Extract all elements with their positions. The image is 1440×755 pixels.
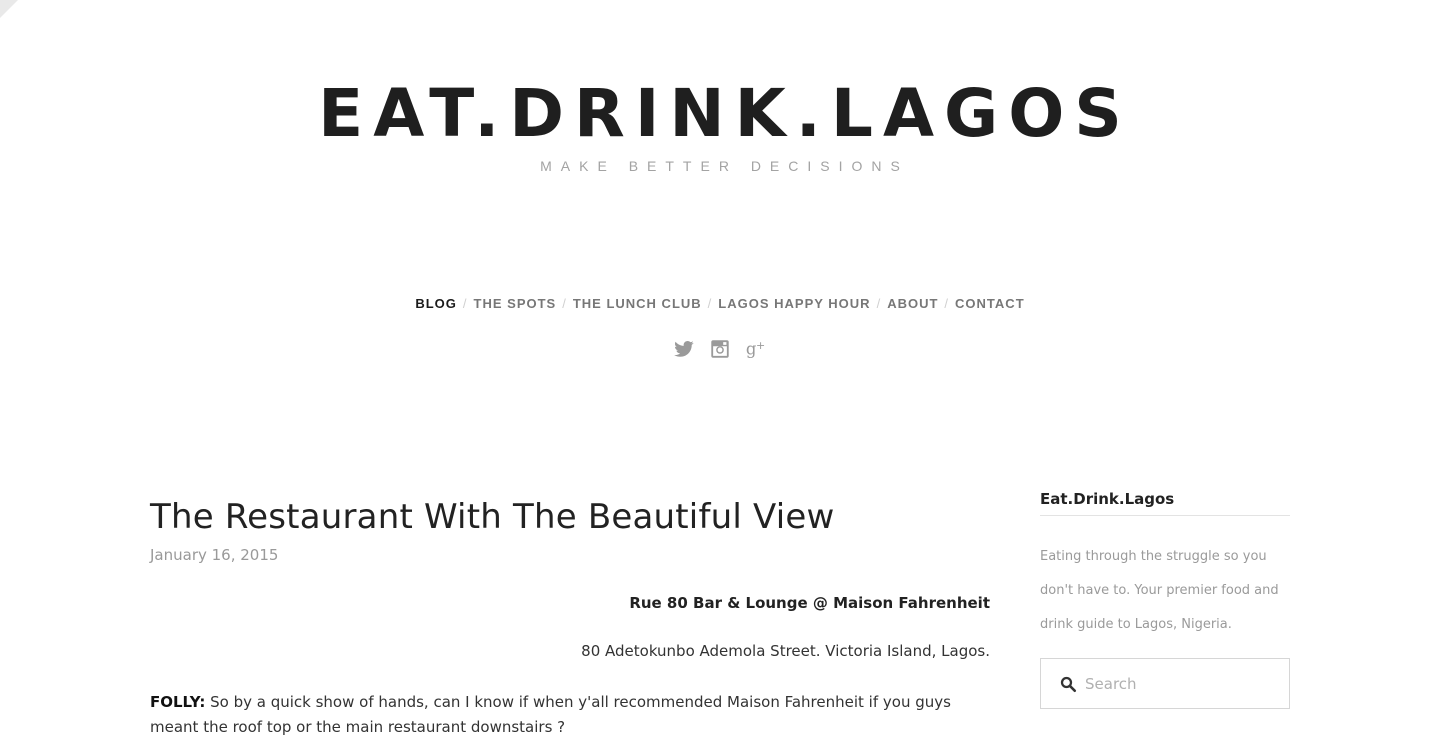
search-input[interactable]: [1085, 659, 1281, 708]
nav-item-the-lunch-club[interactable]: THE LUNCH CLUB: [573, 296, 702, 311]
widget-title: Eat.Drink.Lagos: [1040, 490, 1290, 516]
sidebar: Eat.Drink.Lagos Eating through the strug…: [1040, 490, 1290, 709]
svg-text:+: +: [756, 339, 765, 352]
nav-separator: /: [944, 296, 950, 311]
search-box: [1040, 658, 1290, 709]
twitter-icon[interactable]: [673, 338, 695, 360]
search-icon[interactable]: [1059, 675, 1077, 693]
google-plus-icon[interactable]: g +: [745, 338, 767, 360]
post-title[interactable]: The Restaurant With The Beautiful View: [150, 492, 990, 542]
post-date[interactable]: January 16, 2015: [150, 546, 990, 564]
venue-address: 80 Adetokunbo Ademola Street. Victoria I…: [581, 642, 990, 660]
post-body-lead: FOLLY:: [150, 693, 206, 711]
nav-separator: /: [462, 296, 468, 311]
post-body-text: So by a quick show of hands, can I know …: [150, 693, 951, 736]
social-links: g +: [0, 338, 1440, 360]
nav-item-the-spots[interactable]: THE SPOTS: [474, 296, 557, 311]
site-header: EAT.DRINK.LAGOS MAKE BETTER DECISIONS: [0, 78, 1440, 175]
nav-separator: /: [876, 296, 882, 311]
nav-separator: /: [562, 296, 567, 311]
blog-post: The Restaurant With The Beautiful View J…: [150, 492, 990, 755]
post-body: FOLLY: So by a quick show of hands, can …: [150, 690, 990, 740]
nav-item-about[interactable]: ABOUT: [887, 296, 938, 311]
nav-item-lagos-happy-hour[interactable]: LAGOS HAPPY HOUR: [718, 296, 870, 311]
nav-item-blog[interactable]: BLOG: [415, 296, 457, 311]
corner-fold: [0, 0, 18, 18]
widget-text: Eating through the struggle so you don't…: [1040, 549, 1279, 632]
site-title[interactable]: EAT.DRINK.LAGOS: [0, 78, 1440, 150]
instagram-icon[interactable]: [709, 338, 731, 360]
nav-separator: /: [707, 296, 713, 311]
site-tagline: MAKE BETTER DECISIONS: [540, 158, 909, 174]
nav-item-contact[interactable]: CONTACT: [955, 296, 1025, 311]
main-nav: BLOG / THE SPOTS / THE LUNCH CLUB / LAGOS HAPP…: [0, 296, 1440, 311]
venue-name: Rue 80 Bar & Lounge @ Maison Fahrenheit: [629, 594, 990, 612]
